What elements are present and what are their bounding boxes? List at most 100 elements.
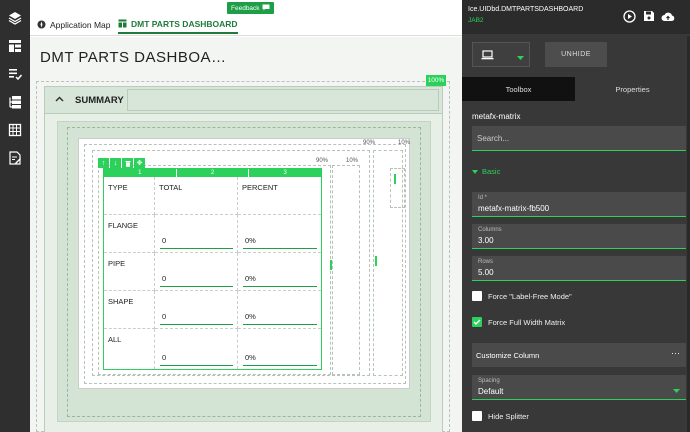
move-icon[interactable]: ✥ (134, 158, 145, 168)
compass-icon (37, 20, 46, 31)
matrix-cell: SHAPE (104, 291, 155, 329)
hierarchy-icon[interactable] (7, 94, 23, 110)
field-label: Columns (478, 227, 502, 233)
matrix-cell: FLANGE (104, 215, 155, 253)
checkbox-label: Force Full Width Matrix (488, 317, 566, 327)
columns-field[interactable]: Columns 3.00 (472, 224, 686, 249)
grid-table-icon[interactable] (7, 122, 23, 138)
tab-properties[interactable]: Properties (575, 77, 690, 101)
checkmark-icon (473, 319, 481, 325)
field-label: Rows (478, 259, 494, 265)
tab-toolbox[interactable]: Toolbox (462, 77, 575, 101)
matrix-cell: TYPE (104, 177, 155, 215)
caret-down-icon (472, 167, 478, 176)
chevron-up-icon[interactable] (55, 95, 64, 104)
cloud-upload-icon[interactable] (661, 9, 675, 23)
hide-splitter-toggle[interactable]: Hide Splitter (472, 411, 529, 421)
resize-handle[interactable] (375, 256, 377, 266)
field-value: 5.00 (478, 268, 494, 277)
field-label: Spacing (478, 378, 500, 384)
section-basic-toggle[interactable]: Basic (472, 167, 500, 176)
matrix-cell: PERCENT (238, 177, 321, 215)
tab-application-map[interactable]: Application Map (37, 16, 110, 34)
total-field[interactable]: 0 (160, 271, 233, 287)
checklist-icon[interactable] (7, 66, 23, 82)
matrix-toolbar: ↑ ↓ ✥ (98, 158, 145, 168)
inner-column-frame-10 (332, 165, 360, 375)
checkbox-label: Force "Label-Free Mode" (488, 291, 572, 301)
matrix-cell: 0 (155, 291, 238, 329)
total-field[interactable]: 0 (160, 350, 233, 366)
matrix-cell: ALL (104, 329, 155, 369)
header-percent: PERCENT (242, 183, 278, 192)
matrix-cell: 0% (238, 291, 321, 329)
field-value: Default (478, 387, 504, 396)
section-basic-label: Basic (482, 167, 501, 176)
panel-subtitle: JAB2 (468, 17, 484, 24)
layers-icon[interactable] (7, 10, 23, 26)
summary-panel-header[interactable]: SUMMARY (44, 86, 443, 114)
feedback-button[interactable]: Feedback (227, 2, 274, 14)
force-label-free-toggle[interactable]: Force "Label-Free Mode" (472, 291, 572, 301)
checkbox-label: Hide Splitter (488, 411, 529, 421)
panel-header: Ice.UIDbd.DMTPARTSDASHBOARD JAB2 (462, 0, 690, 34)
customize-column-label: Customize Column (476, 351, 540, 360)
matrix-cell: 0% (238, 215, 321, 253)
percent-field[interactable]: 0% (243, 271, 317, 287)
matrix-cell: 0% (238, 253, 321, 291)
row-type-label: ALL (108, 335, 122, 344)
field-value: 3.00 (478, 236, 494, 245)
resize-handle[interactable] (394, 174, 396, 184)
small-slot-frame (390, 168, 405, 208)
metafx-matrix[interactable]: 1 2 3 TYPE TOTAL PERCENT FLANGE 0 0% PIP… (103, 168, 322, 370)
play-icon[interactable] (622, 9, 636, 23)
matrix-cell: 0 (155, 329, 238, 369)
total-field[interactable]: 0 (160, 233, 233, 249)
tab-label: DMT PARTS DASHBOARD (131, 19, 238, 29)
matrix-cell: TOTAL (155, 177, 238, 215)
spacing-select[interactable]: Spacing Default (472, 375, 686, 400)
design-canvas[interactable]: DMT PARTS DASHBOA… 100% SUMMARY 90% 10% … (30, 37, 462, 432)
header-total: TOTAL (159, 183, 183, 192)
caret-down-icon (517, 53, 524, 62)
device-select[interactable] (472, 42, 530, 67)
percent-field[interactable]: 0% (243, 309, 317, 325)
column-percent-label: 10% (398, 140, 411, 146)
left-icon-rail (0, 0, 30, 432)
tab-label: Application Map (50, 20, 111, 30)
id-field[interactable]: Id * metafx-matrix-fb500 (472, 192, 686, 217)
save-icon[interactable] (642, 9, 656, 23)
percent-field[interactable]: 0% (243, 233, 317, 249)
more-dots-icon[interactable]: ··· (671, 348, 680, 358)
row-type-label: PIPE (108, 259, 126, 268)
dashboard-icon (118, 19, 127, 30)
resize-handle[interactable] (330, 260, 332, 270)
laptop-icon (481, 50, 494, 62)
summary-title: SUMMARY (75, 95, 124, 106)
layout-icon[interactable] (7, 38, 23, 54)
matrix-cell: PIPE (104, 253, 155, 291)
checkbox[interactable] (472, 317, 482, 327)
row-type-label: SHAPE (108, 297, 134, 306)
arrow-up-icon[interactable]: ↑ (98, 158, 109, 168)
total-field[interactable]: 0 (160, 309, 233, 325)
force-full-width-toggle[interactable]: Force Full Width Matrix (472, 317, 565, 327)
percent-field[interactable]: 0% (243, 350, 317, 366)
edit-document-icon[interactable] (7, 150, 23, 166)
feedback-label: Feedback (231, 4, 260, 12)
checkbox[interactable] (472, 411, 482, 421)
customize-column-button[interactable]: Customize Column ··· (472, 343, 686, 367)
column-number: 3 (249, 169, 322, 177)
panel-title: Ice.UIDbd.DMTPARTSDASHBOARD (468, 6, 584, 13)
arrow-down-icon[interactable]: ↓ (110, 158, 121, 168)
column-number: 1 (104, 169, 177, 177)
rows-field[interactable]: Rows 5.00 (472, 256, 686, 281)
row-type-label: FLANGE (108, 221, 139, 230)
tab-dmt-parts-dashboard[interactable]: DMT PARTS DASHBOARD (118, 16, 238, 34)
trash-icon[interactable] (122, 158, 133, 168)
field-value: metafx-matrix-fb500 (478, 204, 550, 213)
matrix-cell: 0 (155, 253, 238, 291)
unhide-button[interactable]: UNHIDE (545, 42, 607, 67)
checkbox[interactable] (472, 291, 482, 301)
search-input[interactable]: Search... (472, 126, 686, 151)
